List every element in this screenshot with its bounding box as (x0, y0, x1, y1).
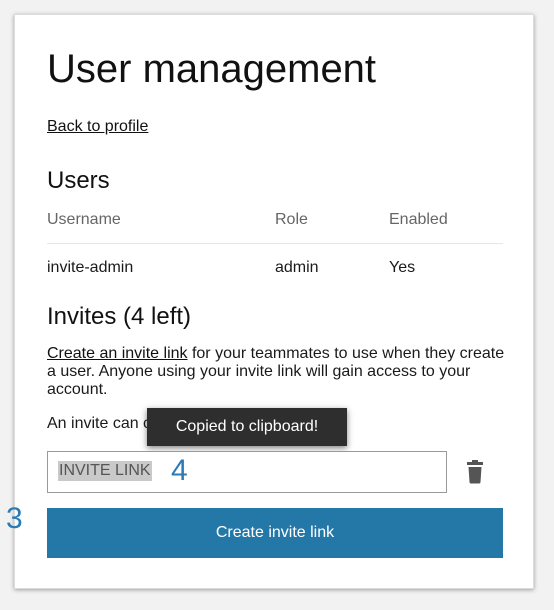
trash-icon (467, 460, 483, 484)
cell-role: admin (275, 259, 319, 276)
page-title: User management (47, 47, 377, 91)
back-to-profile-link[interactable]: Back to profile (47, 118, 148, 136)
cell-username: invite-admin (47, 259, 134, 276)
cell-enabled: Yes (389, 259, 416, 276)
delete-invite-button[interactable] (463, 459, 487, 485)
invite-once-text: An invite can c (47, 415, 152, 432)
users-heading: Users (47, 167, 110, 194)
column-header-enabled: Enabled (389, 205, 503, 244)
create-invite-link-button[interactable]: Create invite link (47, 508, 503, 558)
invites-heading: Invites (4 left) (47, 303, 192, 330)
users-table: Username Role Enabled invite-admin admin… (47, 205, 503, 292)
table-row: invite-admin admin Yes (47, 244, 503, 293)
create-invite-link[interactable]: Create an invite link (47, 345, 188, 362)
annotation-marker-4: 4 (171, 454, 188, 487)
column-header-role: Role (275, 205, 389, 244)
table-header-row: Username Role Enabled (47, 205, 503, 244)
annotation-marker-3: 3 (6, 502, 23, 535)
invite-link-value: INVITE LINK (58, 461, 152, 481)
copied-tooltip: Copied to clipboard! (147, 408, 347, 446)
invite-description: Create an invite link for your teammates… (47, 345, 507, 399)
column-header-username: Username (47, 205, 275, 244)
user-management-card: User management Back to profile Users Us… (14, 14, 534, 589)
